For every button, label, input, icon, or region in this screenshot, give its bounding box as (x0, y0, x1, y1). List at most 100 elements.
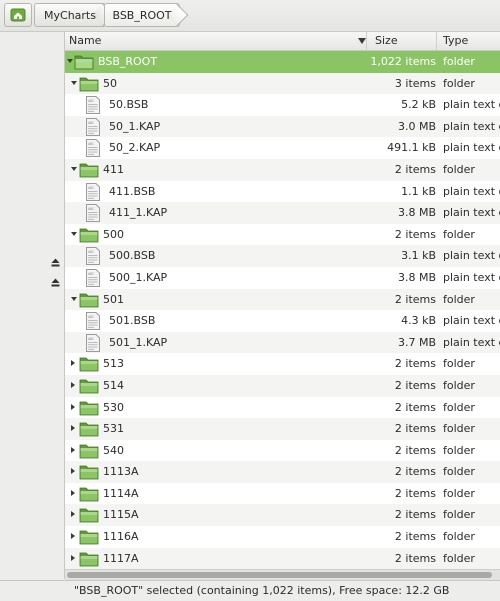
row-name: 501_1.KAP (109, 335, 168, 349)
row-size: 2 items (394, 443, 436, 457)
row-size: 5.2 kB (401, 98, 436, 112)
breadcrumb-home-button[interactable] (4, 3, 32, 27)
text-file-icon: ABC (85, 204, 101, 225)
row-name: 1113A (103, 465, 139, 479)
file-row[interactable]: ABC 500.BSB 3.1 kB plain text d (65, 245, 500, 267)
row-size: 2 items (394, 400, 436, 414)
row-name: 531 (103, 422, 124, 436)
file-row[interactable]: ABC 500_1.KAP 3.8 MB plain text d (65, 266, 500, 289)
row-name: 411 (103, 162, 124, 176)
folder-icon (79, 75, 99, 95)
svg-text:ABC: ABC (88, 99, 95, 103)
row-type: folder (443, 422, 475, 436)
svg-text:ABC: ABC (88, 250, 95, 254)
expander-open-icon[interactable] (67, 59, 73, 63)
column-header-size[interactable]: Size (371, 32, 437, 50)
expander-closed-icon[interactable] (71, 511, 75, 518)
horizontal-scrollbar[interactable] (65, 569, 500, 580)
row-name: 514 (103, 378, 124, 392)
folder-icon (79, 377, 99, 397)
text-file-icon: ABC (85, 182, 101, 204)
sort-descending-icon (358, 38, 366, 44)
folder-row[interactable]: 500 2 items folder (65, 223, 500, 246)
expander-closed-icon[interactable] (71, 468, 75, 475)
file-row[interactable]: ABC 50_1.KAP 3.0 MB plain text d (65, 115, 500, 138)
text-file-icon: ABC (85, 139, 101, 160)
file-row[interactable]: ABC 501.BSB 4.3 kB plain text d (65, 310, 500, 332)
text-file-icon: ABC (85, 96, 101, 117)
row-size: 491.1 kB (387, 141, 436, 155)
folder-row[interactable]: 531 2 items folder (65, 418, 500, 440)
row-size: 2 items (394, 357, 436, 371)
folder-icon (79, 442, 99, 462)
folder-icon (79, 226, 99, 246)
row-size: 3.8 MB (397, 270, 436, 284)
folder-row[interactable]: 514 2 items folder (65, 374, 500, 397)
folder-row[interactable]: 501 2 items folder (65, 288, 500, 311)
file-row[interactable]: ABC 50_2.KAP 491.1 kB plain text d (65, 137, 500, 159)
expander-open-icon[interactable] (71, 231, 77, 236)
row-type: folder (443, 486, 475, 500)
folder-row[interactable]: 1115A 2 items folder (65, 504, 500, 527)
folder-row[interactable]: 411 2 items folder (65, 158, 500, 181)
expander-closed-icon[interactable] (71, 554, 75, 561)
expander-open-icon[interactable] (71, 166, 77, 171)
expander-open-icon[interactable] (71, 80, 77, 85)
row-type: plain text d (443, 206, 500, 220)
row-type: folder (443, 55, 475, 68)
breadcrumb-label: BSB_ROOT (112, 8, 172, 22)
folder-row[interactable]: 50 3 items folder (65, 72, 500, 95)
expander-open-icon[interactable] (71, 296, 77, 301)
row-type: folder (443, 551, 475, 565)
row-name: 50_2.KAP (109, 141, 161, 155)
file-row[interactable]: ABC 411.BSB 1.1 kB plain text d (65, 180, 500, 204)
expander-closed-icon[interactable] (71, 489, 75, 496)
text-file-icon: ABC (85, 312, 101, 333)
eject-icon[interactable] (51, 258, 60, 267)
row-size: 2 items (394, 530, 436, 544)
folder-row[interactable]: 530 2 items folder (65, 396, 500, 419)
file-list-view[interactable]: Name Size Type BSB_ROOT 1,022 items folder… (65, 32, 500, 579)
row-name: BSB_ROOT (98, 55, 158, 68)
places-sidebar (0, 32, 65, 579)
expander-closed-icon[interactable] (71, 360, 75, 367)
breadcrumb: MyCharts BSB_ROOT (0, 0, 500, 32)
folder-icon (79, 420, 99, 440)
expander-closed-icon[interactable] (71, 446, 75, 453)
row-name: 501 (103, 292, 124, 306)
row-size: 2 items (394, 422, 436, 436)
row-size: 3.1 kB (401, 249, 436, 263)
file-row[interactable]: ABC 501_1.KAP 3.7 MB plain text d (65, 331, 500, 355)
column-header-name[interactable]: Name (65, 32, 367, 50)
svg-text:ABC: ABC (88, 207, 95, 211)
row-size: 3.0 MB (397, 119, 436, 133)
row-name: 530 (103, 400, 124, 414)
row-type: plain text d (443, 119, 500, 133)
row-size: 2 items (394, 551, 436, 565)
scrollbar-thumb[interactable] (67, 572, 492, 578)
folder-row[interactable]: 513 2 items folder (65, 353, 500, 375)
folder-row[interactable]: 1114A 2 items folder (65, 482, 500, 505)
expander-closed-icon[interactable] (71, 381, 75, 388)
expander-closed-icon[interactable] (71, 403, 75, 410)
row-type: folder (443, 227, 475, 241)
breadcrumb-item-mycharts[interactable]: MyCharts (34, 3, 115, 27)
file-row[interactable]: ABC 411_1.KAP 3.8 MB plain text d (65, 202, 500, 224)
expander-closed-icon[interactable] (71, 533, 75, 540)
folder-icon (74, 53, 94, 73)
svg-text:ABC: ABC (88, 142, 95, 146)
row-name: 50.BSB (109, 98, 149, 112)
eject-icon[interactable] (51, 278, 60, 287)
row-name: 501.BSB (109, 314, 156, 328)
column-header-type[interactable]: Type (439, 32, 500, 50)
file-row[interactable]: ABC 50.BSB 5.2 kB plain text d (65, 94, 500, 116)
folder-row[interactable]: 1117A 2 items folder (65, 547, 500, 570)
breadcrumb-item-bsb-root[interactable]: BSB_ROOT (104, 3, 189, 27)
folder-row[interactable]: 1116A 2 items folder (65, 526, 500, 548)
text-file-icon: ABC (85, 333, 101, 355)
folder-row[interactable]: BSB_ROOT 1,022 items folder (65, 51, 500, 73)
svg-text:ABC: ABC (88, 337, 95, 341)
folder-row[interactable]: 540 2 items folder (65, 439, 500, 462)
folder-row[interactable]: 1113A 2 items folder (65, 461, 500, 483)
expander-closed-icon[interactable] (71, 425, 75, 432)
